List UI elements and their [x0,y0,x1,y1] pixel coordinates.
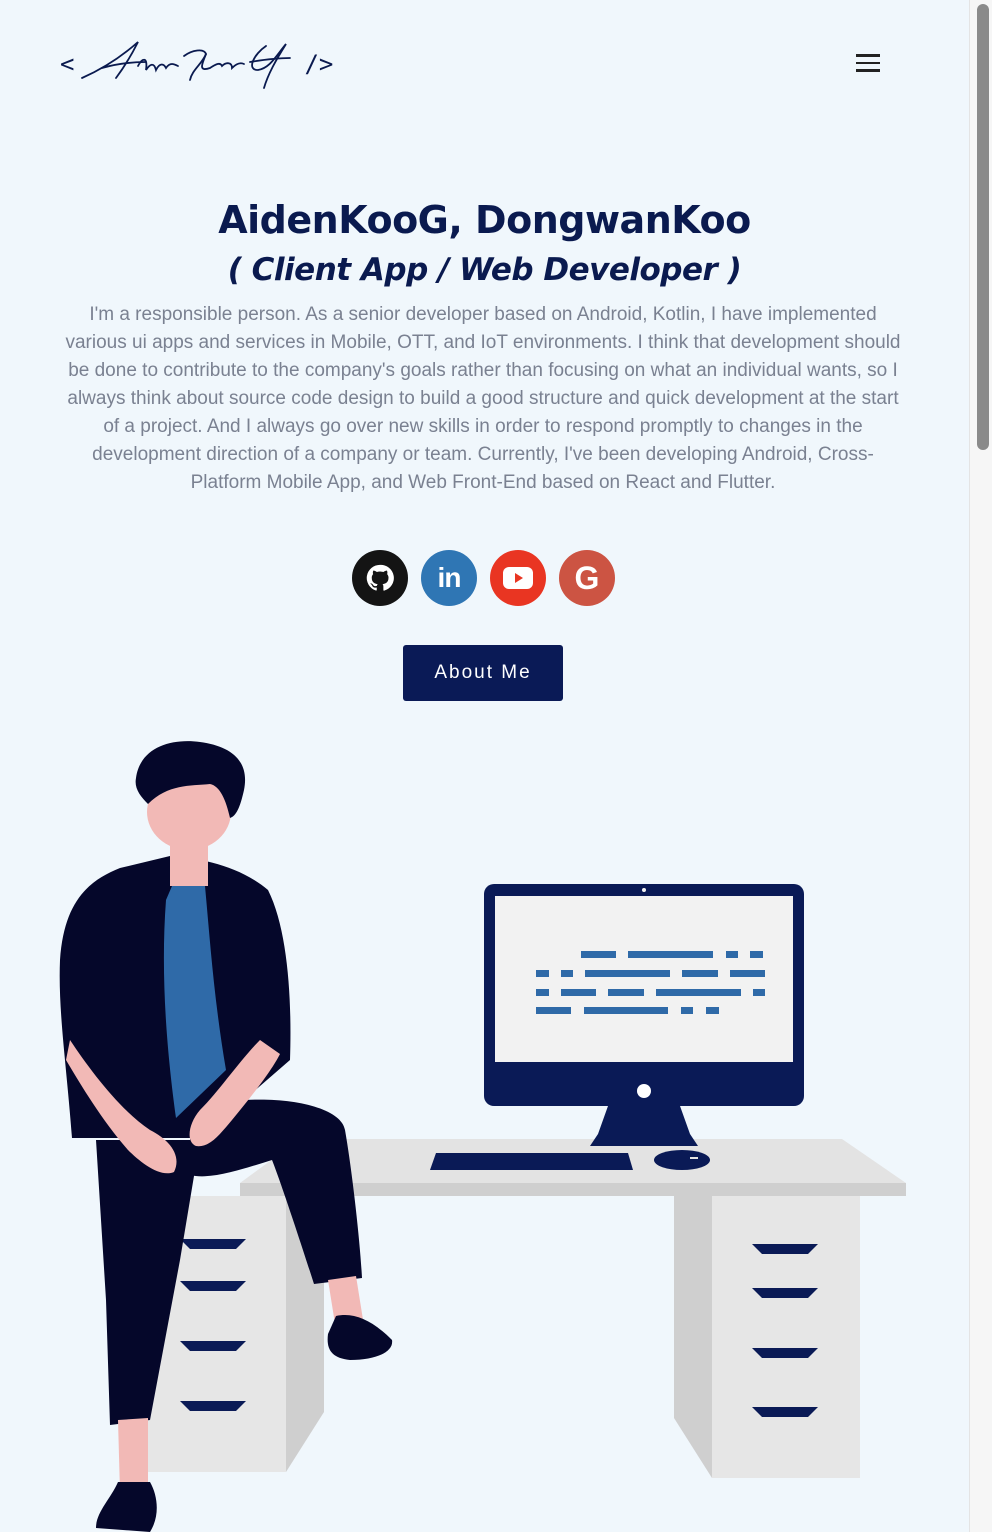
hamburger-menu-icon [856,54,880,57]
site-logo[interactable]: < /> [60,36,350,92]
hero-bio: I'm a responsible person. As a senior de… [65,304,901,493]
github-link[interactable] [352,550,408,606]
google-link[interactable]: G [559,550,615,606]
logo-close-bracket: /> [304,50,334,78]
youtube-link[interactable] [490,550,546,606]
scrollbar-thumb[interactable] [977,4,989,450]
about-me-button[interactable]: About Me [403,645,563,701]
hero-name: AidenKooG, DongwanKoo [218,198,751,242]
google-icon: G [574,559,600,596]
github-icon [366,564,394,591]
signature-logo-icon [81,41,292,89]
hamburger-menu-button[interactable] [850,48,886,78]
hamburger-menu-icon-line [856,61,880,65]
hamburger-menu-icon-line [856,69,880,72]
social-links: in G [352,550,615,606]
logo-open-bracket: < [60,50,75,78]
linkedin-link[interactable]: in [421,550,477,606]
youtube-icon [503,567,533,589]
page: < /> AidenKooG, DongwanKoo ( Client App … [0,0,969,1532]
page-scrollbar[interactable] [969,0,992,1532]
linkedin-icon: in [437,562,462,593]
hero-role: ( Client App / Web Developer ) [227,252,742,288]
developer-desk-illustration [59,741,906,1532]
